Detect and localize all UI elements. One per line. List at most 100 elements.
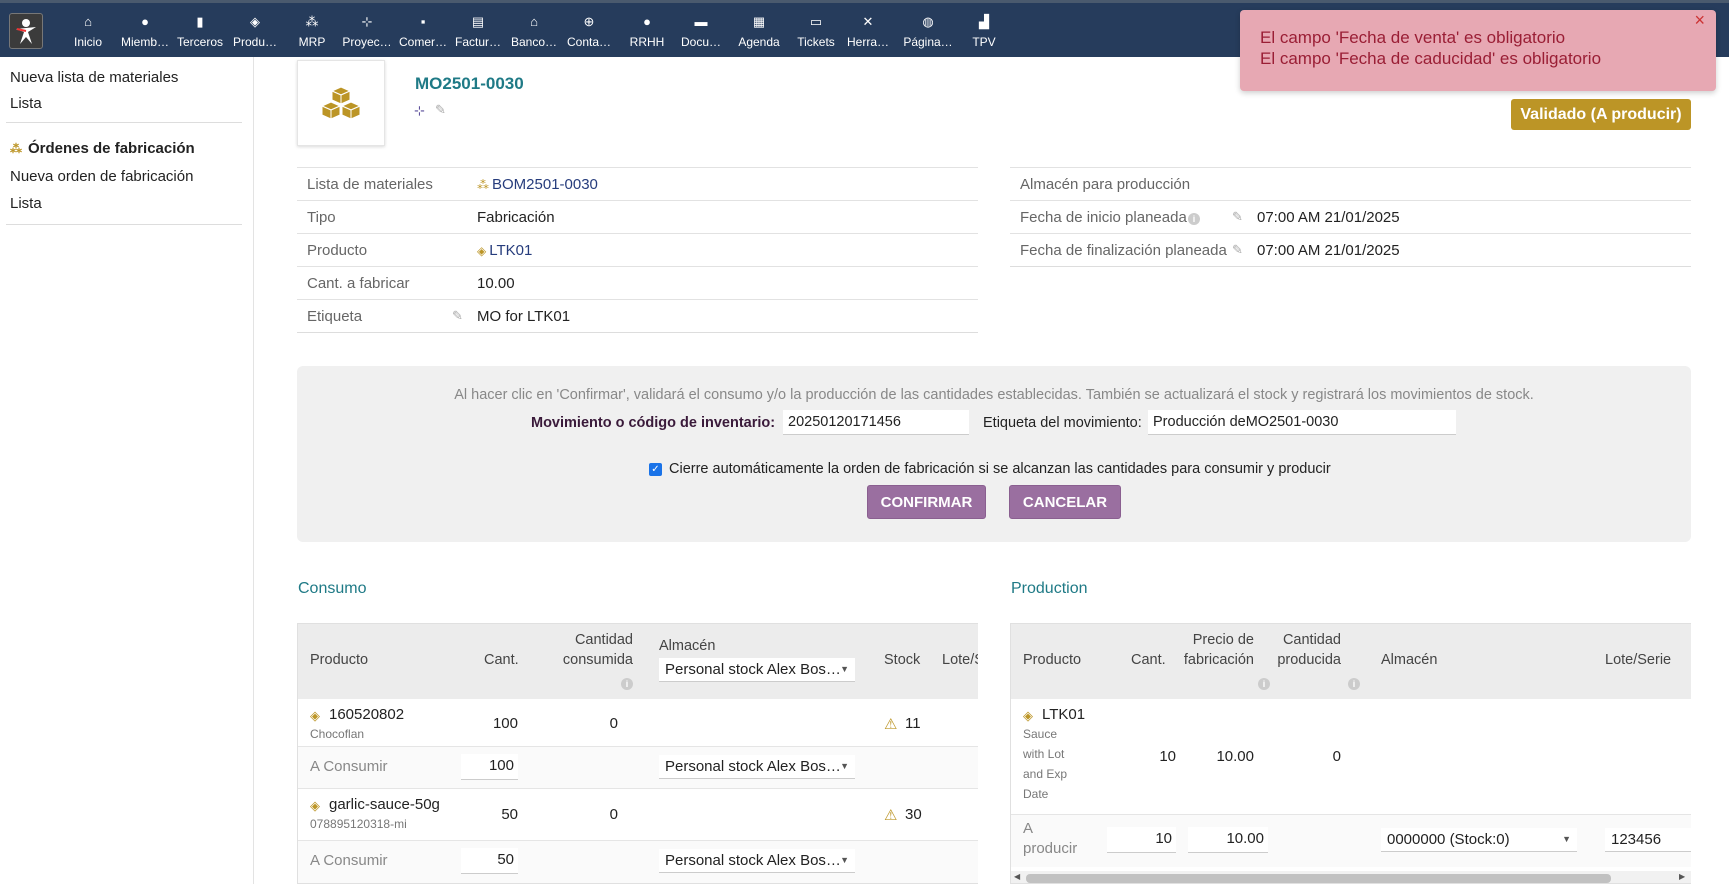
sidebar-mo-title[interactable]: ⁂ Órdenes de fabricación [10,140,195,157]
calendar-icon: ▦ [752,14,766,29]
menu-item-0[interactable]: ⌂ Inicio [59,14,117,49]
menu-item-label: Docu… [680,35,721,49]
product-link[interactable]: 160520802 [329,706,404,723]
auto-close-label: Cierre automáticamente la orden de fabri… [669,461,1331,477]
sidebar-bom-list-link[interactable]: Lista [10,95,42,112]
scroll-right-icon[interactable]: ▶ [1679,872,1685,881]
product-link[interactable]: garlic-sauce-50g [329,796,440,813]
table-row: ◈ LTK01 Sauce with Lot and Exp Date 10 1… [1011,699,1691,815]
cubes-icon: ⁂ [477,178,489,192]
col-lot: Lote/Serie [1605,652,1672,668]
caret-down-icon: ▼ [840,761,849,771]
info-icon[interactable]: i [1348,674,1360,691]
menu-item-label: TPV [972,35,996,49]
to-produce-warehouse-value: 0000000 (Stock:0) [1387,831,1510,848]
production-table: Producto Cant. Precio de fabricación i C… [1010,623,1691,884]
horizontal-scrollbar[interactable]: ◀ ▶ [1011,871,1691,883]
product-link[interactable]: LTK01 [1042,706,1085,723]
menu-item-label: Conta… [566,35,612,49]
to-consume-warehouse-select[interactable]: Personal stock Alex Bos… ▼ [659,755,855,779]
product-desc-1: Sauce [1023,727,1058,741]
menu-item-3[interactable]: ◈ Produ… [226,14,284,49]
menu-item-1[interactable]: ● Miemb… [116,14,174,49]
menu-item-14[interactable]: ✕ Herra… [839,14,897,49]
movement-label-input[interactable] [1148,410,1456,435]
to-consume-label: A Consumir [310,852,388,869]
info-icon[interactable]: i [1188,213,1200,225]
confirm-info-text: Al hacer clic en 'Confirmar', validará e… [454,387,1534,403]
sidebar-mo-list-link[interactable]: Lista [10,195,42,212]
pencil-icon[interactable]: ✎ [435,102,446,118]
status-badge: Validado (A producir) [1511,99,1691,130]
info-icon[interactable]: i [1258,674,1270,691]
sitemap-icon[interactable]: ⊹ [414,103,425,119]
menu-item-16[interactable]: ▟ TPV [955,14,1013,49]
table-row: A Consumir 50 Personal stock Alex Bos… ▼ [298,841,978,883]
pencil-icon[interactable]: ✎ [1232,209,1243,225]
product-desc: Chocoflan [310,727,365,741]
menu-item-8[interactable]: ⌂ Banco… [505,14,563,49]
consumo-table: Producto Cant. Cantidad consumida i Alma… [297,623,978,884]
menu-item-4[interactable]: ⁂ MRP [283,14,341,49]
field-label: Cant. a fabricar [307,275,410,292]
confirm-button[interactable]: CONFIRMAR [867,485,986,519]
sidebar-separator [6,122,242,123]
to-produce-qty-input[interactable]: 10 [1107,827,1176,853]
field-row: Tipo Fabricación [297,200,978,233]
menu-item-label: Tickets [797,35,835,49]
qty-value: 50 [501,806,518,823]
col-price-2: fabricación [1183,652,1254,668]
menu-item-11[interactable]: ▬ Docu… [672,14,730,49]
info-icon[interactable]: i [621,674,633,691]
to-consume-qty-input[interactable]: 50 [461,848,518,874]
warehouse-filter-select[interactable]: Personal stock Alex Bos… ▼ [659,658,855,682]
scroll-left-icon[interactable]: ◀ [1014,872,1020,881]
lot-input[interactable]: 123456 [1605,828,1691,852]
cash-register-icon: ▟ [979,14,989,29]
col-warehouse: Almacén [659,638,716,654]
field-label: Almacén para producción [1020,176,1191,193]
menu-item-label: RRHH [629,35,665,49]
scrollbar-thumb[interactable] [1026,874,1611,883]
to-consume-warehouse-select[interactable]: Personal stock Alex Bos… ▼ [659,849,855,873]
production-title: Production [1011,580,1088,597]
menu-item-9[interactable]: ⊕ Conta… [560,14,618,49]
cancel-button[interactable]: CANCELAR [1009,485,1121,519]
menu-item-label: Agenda [738,35,780,49]
field-value[interactable]: ⁂ BOM2501-0030 [477,176,598,193]
app-logo[interactable] [9,13,43,49]
home-icon: ⌂ [84,14,92,29]
to-consume-warehouse-value: Personal stock Alex Bos… [665,758,841,775]
to-consume-qty-input[interactable]: 100 [461,754,518,780]
menu-item-label: Proyec… [342,35,392,49]
warning-icon: ⚠ [884,716,898,733]
menu-item-2[interactable]: ▮ Terceros [171,14,229,49]
inventory-code-input[interactable] [783,410,969,435]
menu-item-10[interactable]: ● RRHH [618,14,676,49]
cubes-icon: ⁂ [305,14,319,29]
to-produce-price-input[interactable]: 10.00 [1188,827,1268,853]
menu-item-5[interactable]: ⊹ Proyec… [338,14,396,49]
menu-item-6[interactable]: ▪ Comer… [394,14,452,49]
field-row: Almacén para producción [1010,167,1691,200]
sidebar-new-bom-link[interactable]: Nueva lista de materiales [10,69,178,86]
pencil-icon[interactable]: ✎ [452,308,463,324]
to-produce-warehouse-select[interactable]: 0000000 (Stock:0) ▼ [1381,828,1577,852]
sidebar-new-mo-link[interactable]: Nueva orden de fabricación [10,168,193,185]
field-value: Fabricación [477,209,555,226]
field-value[interactable]: ◈ LTK01 [477,242,532,259]
menu-item-15[interactable]: ◍ Página… [899,14,957,49]
price-value: 10.00 [1216,748,1254,765]
menu-item-12[interactable]: ▦ Agenda [730,14,788,49]
menu-item-7[interactable]: ▤ Factur… [449,14,507,49]
consumed-value: 0 [609,806,618,823]
auto-close-checkbox[interactable]: ✓ [649,462,662,476]
menu-item-13[interactable]: ▭ Tickets [787,14,845,49]
close-icon[interactable]: × [1694,10,1705,31]
consumo-table-header [298,624,978,699]
pencil-icon[interactable]: ✎ [1232,242,1243,258]
field-label: Fecha de finalización planeada [1020,242,1227,259]
cube-icon: ◈ [1023,708,1033,723]
consumed-value: 0 [609,715,618,732]
menu-item-label: Inicio [73,35,102,49]
